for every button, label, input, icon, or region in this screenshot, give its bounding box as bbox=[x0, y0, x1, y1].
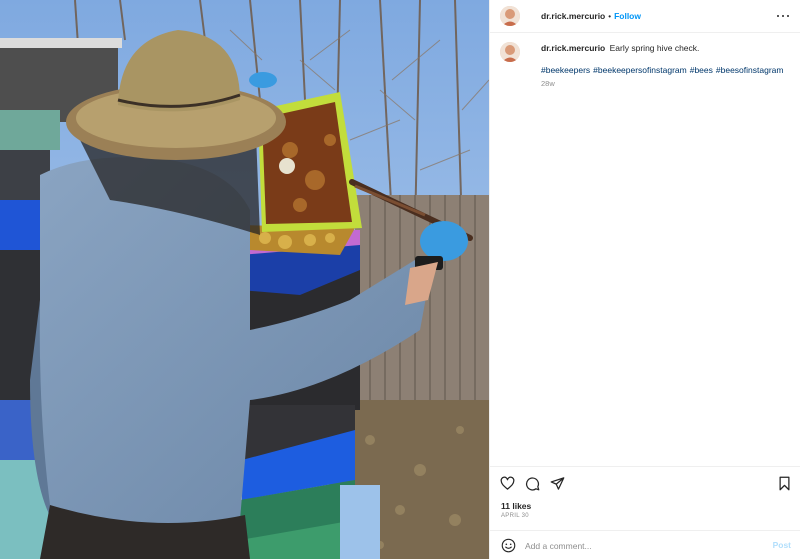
comment-bar: Post bbox=[490, 530, 800, 559]
more-options-icon[interactable] bbox=[777, 10, 789, 22]
post-actions-bar bbox=[490, 466, 800, 498]
post-side-panel: dr.rick.mercurio • Follow dr.rick.mercur… bbox=[489, 0, 800, 559]
bookmark-icon[interactable] bbox=[777, 476, 792, 491]
likes-count[interactable]: 11 likes bbox=[501, 501, 531, 511]
hashtag-link[interactable]: #beekeepersofinstagram bbox=[593, 65, 687, 75]
hashtag-link[interactable]: #bees bbox=[690, 65, 713, 75]
post-date: APRIL 30 bbox=[501, 513, 529, 519]
avatar[interactable] bbox=[500, 6, 520, 26]
hashtag-list: #beekeepers #beekeepersofinstagram #bees #b… bbox=[541, 64, 786, 76]
header-username[interactable]: dr.rick.mercurio bbox=[541, 11, 605, 21]
follow-button[interactable]: Follow bbox=[614, 11, 641, 21]
comment-input[interactable] bbox=[525, 537, 755, 554]
post-comment-button[interactable]: Post bbox=[773, 540, 791, 550]
separator-dot: • bbox=[608, 11, 612, 21]
post-photo[interactable] bbox=[0, 0, 489, 559]
avatar-photo bbox=[500, 6, 520, 26]
avatar-photo bbox=[500, 42, 520, 62]
emoji-smiley-icon[interactable] bbox=[501, 538, 516, 553]
heart-icon[interactable] bbox=[500, 476, 515, 491]
caption-avatar[interactable] bbox=[500, 42, 520, 62]
caption-age[interactable]: 28w bbox=[541, 79, 786, 88]
post-header: dr.rick.mercurio • Follow bbox=[490, 0, 800, 33]
paper-plane-icon[interactable] bbox=[550, 476, 565, 491]
beekeeper-hive-photo bbox=[0, 0, 489, 559]
caption-text: Early spring hive check. bbox=[609, 43, 700, 53]
post-caption: dr.rick.mercurio Early spring hive check… bbox=[500, 42, 795, 88]
hashtag-link[interactable]: #beesofinstagram bbox=[716, 65, 784, 75]
hashtag-link[interactable]: #beekeepers bbox=[541, 65, 590, 75]
caption-username[interactable]: dr.rick.mercurio bbox=[541, 43, 605, 53]
comment-bubble-icon[interactable] bbox=[525, 476, 540, 491]
